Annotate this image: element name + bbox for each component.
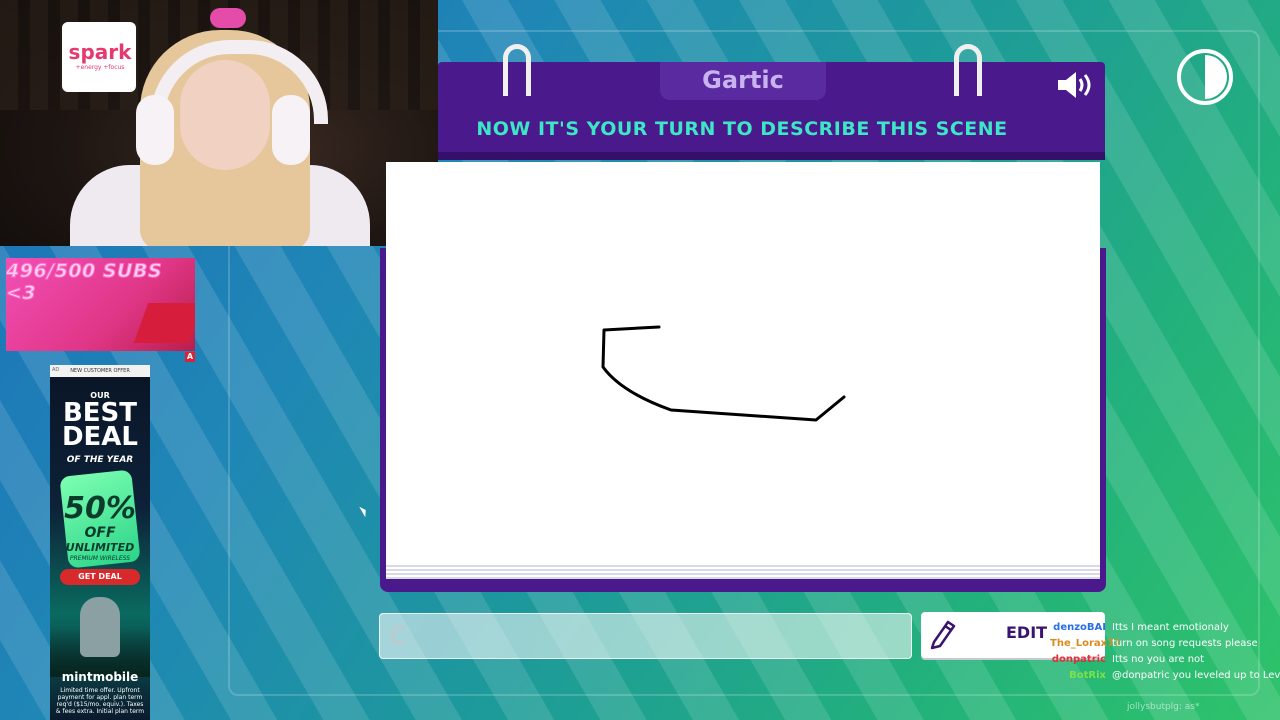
timer-icon xyxy=(1177,49,1233,105)
chat-message: donpatric Itts no you are not xyxy=(1050,654,1204,665)
get-deal-button[interactable]: GET DEAL xyxy=(60,569,140,585)
chat-username: denzoBAI xyxy=(1053,622,1106,633)
chat-message: denzoBAI Itts I meant emotionaly xyxy=(1050,622,1229,633)
drawing-stroke xyxy=(601,325,846,422)
ad-percent: 50% xyxy=(64,491,136,526)
speaker-icon[interactable] xyxy=(1056,68,1094,102)
chat-text: Itts no you are not xyxy=(1112,654,1205,665)
mint-logo: mintmobile xyxy=(61,670,139,684)
chat-username: The_Lorax71 xyxy=(1050,638,1122,649)
ad-tag: AD xyxy=(52,367,60,373)
prompt-title: NOW IT'S YOUR TURN TO DESCRIBE THIS SCEN… xyxy=(476,118,1008,140)
sponsor-brand: spark xyxy=(68,40,132,64)
sponsor-tagline: +energy +focus xyxy=(75,64,125,71)
ad-unlimited: UNLIMITED xyxy=(65,541,135,554)
ad-top-banner: NEW CUSTOMER OFFER xyxy=(50,365,150,377)
chat-username: donpatric xyxy=(1051,654,1106,665)
headphone-ear-left xyxy=(136,95,174,165)
chat-text: @donpatric you leveled up to Level 9 xyxy=(1112,670,1280,681)
sub-goal-text: 496/500 SUBS <3 xyxy=(6,260,163,305)
ad-off: OFF xyxy=(84,525,116,541)
chat-message: BotRix @donpatric you leveled up to Level… xyxy=(1050,670,1280,681)
binder-ring-right xyxy=(954,44,982,96)
hair-bow xyxy=(210,8,246,28)
mint-mobile-ad[interactable]: NEW CUSTOMER OFFER AD OUR BEST DEAL OF T… xyxy=(50,365,150,720)
sub-goal-banner: 496/500 SUBS <3 xyxy=(6,258,195,351)
ad-premium: PREMIUM WIRELESS xyxy=(69,555,131,562)
chat-text: Itts I meant emotionaly xyxy=(1112,622,1229,633)
ad-deal: DEAL xyxy=(61,422,139,452)
binder-ring-left xyxy=(503,44,531,96)
gartic-logo: Gartic xyxy=(702,66,784,94)
edit-label: EDIT xyxy=(1006,623,1048,642)
ad-year: OF THE YEAR xyxy=(66,455,134,465)
headphone-ear-right xyxy=(272,95,310,165)
answer-input[interactable]: C xyxy=(379,613,912,659)
chat-text: turn on song requests please xyxy=(1112,638,1258,649)
sponsor-splash xyxy=(133,303,195,343)
chat-username: BotRix xyxy=(1069,670,1106,681)
ad-fine-print: Limited time offer. Upfront payment for … xyxy=(55,687,145,715)
header-bottom-edge xyxy=(438,152,1105,160)
chat-message: The_Lorax71turn on song requests please xyxy=(1050,638,1258,649)
pencil-icon xyxy=(930,620,956,650)
fox-mascot-icon xyxy=(80,597,120,657)
chat-partial-message: jollysbutplg: as* xyxy=(1127,702,1200,712)
ad-badge-icon: A xyxy=(185,352,195,362)
paper-stack xyxy=(386,565,1100,579)
